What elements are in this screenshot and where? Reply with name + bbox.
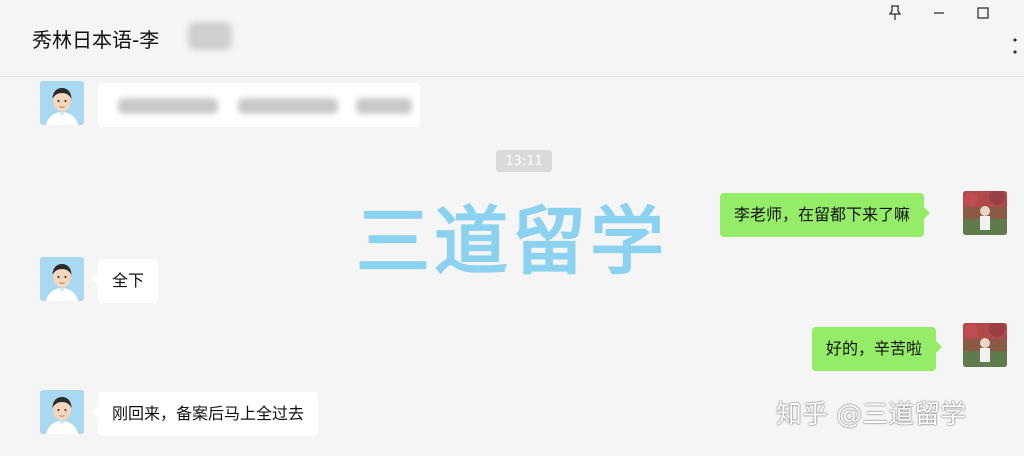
redacted-name-blur — [188, 22, 232, 50]
title-bar: 秀林日本语-李 — [0, 0, 1024, 77]
photo-avatar[interactable] — [963, 323, 1007, 367]
cartoon-avatar[interactable] — [40, 257, 84, 301]
more-icon[interactable] — [1012, 36, 1018, 62]
cartoon-avatar[interactable] — [40, 81, 84, 125]
cartoon-avatar[interactable] — [40, 390, 84, 434]
message-bubble-other[interactable]: 全下 — [91, 259, 159, 303]
message-bubble-self[interactable]: 李老师，在留都下来了嘛 — [720, 193, 931, 237]
maximize-icon[interactable] — [968, 2, 998, 24]
message-bubble-other[interactable]: 刚回来，备案后马上全过去 — [91, 392, 319, 436]
watermark-text: 三道留学 — [356, 199, 668, 285]
pin-icon[interactable] — [880, 2, 910, 24]
message-timestamp: 13:11 — [496, 150, 552, 172]
redacted-text-blur — [118, 98, 218, 114]
message-bubble-self[interactable]: 好的，辛苦啦 — [812, 327, 943, 371]
redacted-message-bubble — [98, 83, 420, 127]
redacted-text-blur — [356, 98, 412, 114]
chat-title: 秀林日本语-李 — [32, 28, 160, 52]
photo-avatar[interactable] — [963, 191, 1007, 235]
zhihu-watermark: 知乎 @三道留学 — [776, 400, 967, 430]
minimize-icon[interactable] — [924, 2, 954, 24]
redacted-text-blur — [238, 98, 338, 114]
